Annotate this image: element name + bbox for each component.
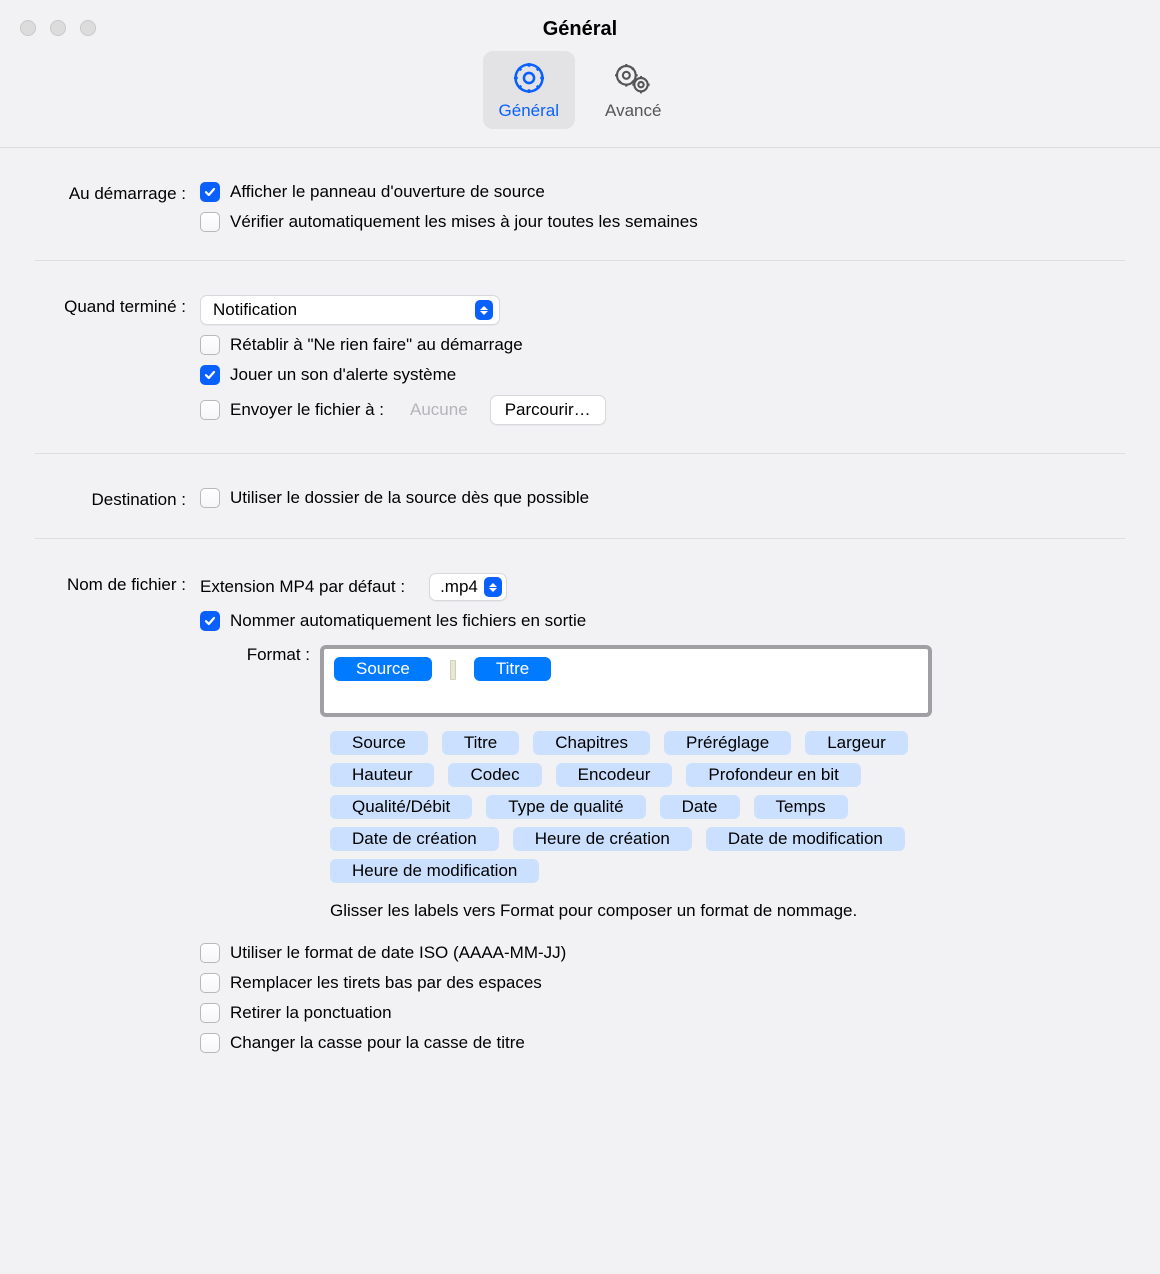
updown-icon [475, 300, 493, 320]
close-window-button[interactable] [20, 20, 36, 36]
format-token-source[interactable]: Source [334, 657, 432, 681]
token-chapitres[interactable]: Chapitres [533, 731, 650, 755]
token-codec[interactable]: Codec [448, 763, 541, 787]
when-done-value: Notification [213, 300, 297, 320]
send-file-value: Aucune [410, 400, 468, 420]
format-field[interactable]: Source Titre [320, 645, 932, 717]
checkbox-send-file[interactable] [200, 400, 220, 420]
filename-label: Nom de fichier : [35, 573, 200, 1053]
checkbox-use-source-folder[interactable] [200, 488, 220, 508]
checkbox-auto-name[interactable] [200, 611, 220, 631]
token-heure-de-modification[interactable]: Heure de modification [330, 859, 539, 883]
startup-label: Au démarrage : [35, 182, 200, 232]
label-iso-date: Utiliser le format de date ISO (AAAA-MM-… [230, 943, 566, 963]
token-date[interactable]: Date [660, 795, 740, 819]
tab-general-label: Général [499, 101, 559, 121]
minimize-window-button[interactable] [50, 20, 66, 36]
gear-icon [509, 59, 549, 97]
label-show-open-panel: Afficher le panneau d'ouverture de sourc… [230, 182, 545, 202]
checkbox-alert-sound[interactable] [200, 365, 220, 385]
checkbox-show-open-panel[interactable] [200, 182, 220, 202]
token-qualit-d-bit[interactable]: Qualité/Débit [330, 795, 472, 819]
ext-value: .mp4 [440, 577, 478, 597]
token-titre[interactable]: Titre [442, 731, 519, 755]
label-send-file: Envoyer le fichier à : [230, 400, 384, 420]
format-token-titre[interactable]: Titre [474, 657, 551, 681]
token-date-de-modification[interactable]: Date de modification [706, 827, 905, 851]
zoom-window-button[interactable] [80, 20, 96, 36]
destination-label: Destination : [35, 488, 200, 510]
token-heure-de-cr-ation[interactable]: Heure de création [513, 827, 692, 851]
format-cursor [450, 660, 456, 680]
label-title-case: Changer la casse pour la casse de titre [230, 1033, 525, 1053]
when-done-label: Quand terminé : [35, 295, 200, 425]
token-type-de-qualit-[interactable]: Type de qualité [486, 795, 645, 819]
token-profondeur-en-bit[interactable]: Profondeur en bit [686, 763, 860, 787]
checkbox-title-case[interactable] [200, 1033, 220, 1053]
window-title: Général [20, 18, 1140, 41]
ext-select[interactable]: .mp4 [429, 573, 507, 601]
label-auto-name: Nommer automatiquement les fichiers en s… [230, 611, 586, 631]
format-label: Format : [200, 645, 320, 665]
label-underscore-space: Remplacer les tirets bas par des espaces [230, 973, 542, 993]
token-largeur[interactable]: Largeur [805, 731, 908, 755]
label-reset-done: Rétablir à "Ne rien faire" au démarrage [230, 335, 523, 355]
token-hauteur[interactable]: Hauteur [330, 763, 434, 787]
format-hint: Glisser les labels vers Format pour comp… [330, 901, 1125, 921]
token-temps[interactable]: Temps [754, 795, 848, 819]
token-pr-r-glage[interactable]: Préréglage [664, 731, 791, 755]
label-use-source-folder: Utiliser le dossier de la source dès que… [230, 488, 589, 508]
ext-label: Extension MP4 par défaut : [200, 577, 405, 597]
token-date-de-cr-ation[interactable]: Date de création [330, 827, 499, 851]
gears-icon [613, 59, 653, 97]
tab-advanced[interactable]: Avancé [589, 51, 677, 129]
tab-advanced-label: Avancé [605, 101, 661, 121]
label-remove-punct: Retirer la ponctuation [230, 1003, 392, 1023]
updown-icon [484, 577, 502, 597]
checkbox-check-updates[interactable] [200, 212, 220, 232]
label-check-updates: Vérifier automatiquement les mises à jou… [230, 212, 698, 232]
checkbox-iso-date[interactable] [200, 943, 220, 963]
checkbox-remove-punct[interactable] [200, 1003, 220, 1023]
tab-general[interactable]: Général [483, 51, 575, 129]
token-encodeur[interactable]: Encodeur [556, 763, 673, 787]
browse-button[interactable]: Parcourir… [490, 395, 606, 425]
label-alert-sound: Jouer un son d'alerte système [230, 365, 456, 385]
token-tray: Source Titre Chapitres Préréglage Largeur Hau… [330, 731, 942, 883]
token-source[interactable]: Source [330, 731, 428, 755]
checkbox-reset-done[interactable] [200, 335, 220, 355]
checkbox-underscore-space[interactable] [200, 973, 220, 993]
when-done-select[interactable]: Notification [200, 295, 500, 325]
